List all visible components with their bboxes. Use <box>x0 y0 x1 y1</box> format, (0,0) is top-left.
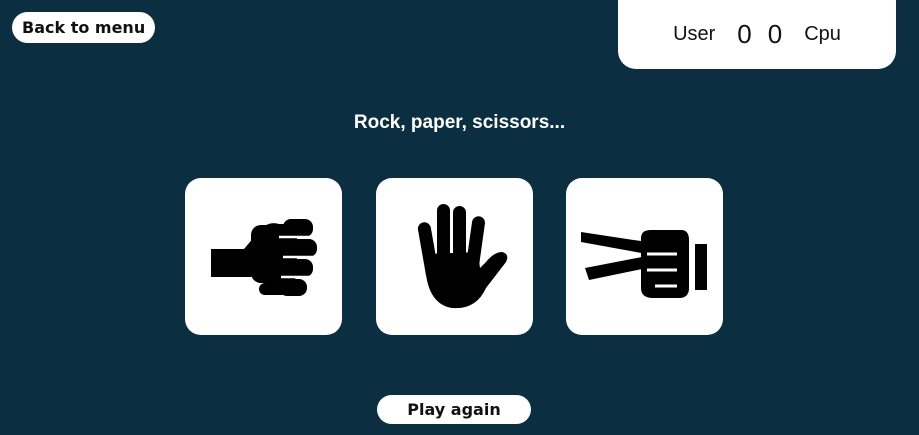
cpu-score: 0 <box>767 19 783 49</box>
play-again-button[interactable]: Play again <box>377 395 531 424</box>
fist-icon <box>199 197 329 317</box>
scissors-hand-icon <box>575 202 715 312</box>
back-to-menu-label: Back to menu <box>22 18 146 37</box>
user-score: 0 <box>737 19 752 49</box>
play-again-label: Play again <box>407 400 501 419</box>
open-hand-icon <box>390 192 520 322</box>
cpu-label: Cpu <box>804 23 841 45</box>
user-label: User <box>673 23 716 45</box>
paper-choice-button[interactable] <box>376 178 533 335</box>
back-to-menu-button[interactable]: Back to menu <box>12 12 156 43</box>
game-prompt: Rock, paper, scissors... <box>353 112 566 133</box>
rock-choice-button[interactable] <box>185 178 342 335</box>
scoreboard: User 0 0 Cpu <box>618 0 896 69</box>
scissors-choice-button[interactable] <box>566 178 723 335</box>
